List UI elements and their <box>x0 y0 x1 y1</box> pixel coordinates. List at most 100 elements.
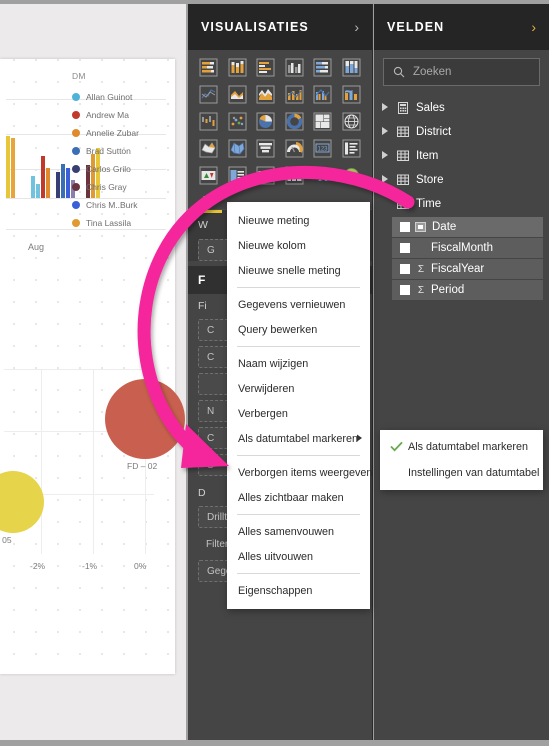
menu-item[interactable]: Verborgen items weergeven <box>227 460 372 485</box>
field-column-row-fiscalmonth[interactable]: FiscalMonth <box>392 238 543 258</box>
field-table-row-time[interactable]: Time <box>374 192 549 216</box>
clustered-bar-chart-icon[interactable] <box>253 56 279 79</box>
area-chart-icon[interactable] <box>225 83 251 106</box>
bar[interactable] <box>61 164 65 198</box>
chevron-right-icon[interactable] <box>382 151 394 161</box>
treemap-icon[interactable] <box>310 110 336 133</box>
bubble-point[interactable] <box>105 379 185 459</box>
legend-item[interactable]: Carlos Grilo <box>72 160 172 178</box>
chevron-right-icon[interactable]: › <box>531 20 536 34</box>
waterfall-chart-icon[interactable] <box>196 110 222 133</box>
stacked-bar-chart-icon[interactable] <box>196 56 222 79</box>
map-icon[interactable] <box>339 110 365 133</box>
donut-chart-icon[interactable] <box>282 110 308 133</box>
funnel-chart-icon[interactable] <box>253 137 279 160</box>
legend-item[interactable]: Chris M..Burk <box>72 196 172 214</box>
field-table-row-item[interactable]: Item <box>374 144 549 168</box>
field-checkbox[interactable] <box>400 264 410 274</box>
field-checkbox[interactable] <box>400 285 410 295</box>
fields-tree: Sales District Item Store Time Date FiscalMont… <box>374 90 549 300</box>
x-axis-tick: 0% <box>134 561 147 571</box>
bar[interactable] <box>36 184 40 198</box>
bar[interactable] <box>46 168 50 198</box>
scatter-chart-visual[interactable]: FD – 02 – 05 -2% -1% 0% <box>0 369 185 619</box>
field-column-row-period[interactable]: Σ Period <box>392 280 543 300</box>
menu-item[interactable]: Alles uitvouwen <box>227 544 370 569</box>
line-chart-icon[interactable] <box>196 83 222 106</box>
fields-title: VELDEN <box>387 20 445 34</box>
line-stacked-column-chart-icon[interactable] <box>282 83 308 106</box>
menu-item[interactable]: Nieuwe kolom <box>227 233 370 258</box>
menu-item[interactable]: Gegevens vernieuwen <box>227 292 370 317</box>
bubble-series: FD – 02 – 05 <box>0 369 185 619</box>
kpi-icon[interactable] <box>196 164 222 187</box>
100-stacked-bar-chart-icon[interactable] <box>310 56 336 79</box>
chevron-right-icon[interactable] <box>382 103 394 113</box>
100-stacked-column-chart-icon[interactable] <box>339 56 365 79</box>
field-checkbox[interactable] <box>400 222 410 232</box>
submenu-item[interactable]: Als datumtabel markeren <box>380 434 543 460</box>
bar[interactable] <box>66 168 70 198</box>
r-script-visual-icon[interactable]: R <box>310 164 336 187</box>
stacked-area-chart-icon[interactable] <box>253 83 279 106</box>
menu-item[interactable]: Naam wijzigen <box>227 351 370 376</box>
menu-item[interactable]: Verbergen <box>227 401 370 426</box>
date-key-icon <box>415 222 428 232</box>
arcgis-map-icon[interactable] <box>339 164 365 187</box>
field-column-row-date[interactable]: Date <box>392 217 543 237</box>
bar[interactable] <box>6 136 10 198</box>
menu-item[interactable]: Als datumtabel markeren <box>227 426 370 451</box>
legend-item[interactable]: Brad Sutton <box>72 142 172 160</box>
table-icon[interactable] <box>253 164 279 187</box>
legend-item[interactable]: Chris Gray <box>72 178 172 196</box>
bar[interactable] <box>11 138 15 198</box>
menu-item-label: Alles samenvouwen <box>238 525 335 538</box>
menu-item[interactable]: Alles samenvouwen <box>227 519 370 544</box>
menu-item[interactable]: Eigenschappen <box>227 578 370 603</box>
chevron-right-icon[interactable]: › <box>354 20 359 34</box>
menu-item[interactable]: Alles zichtbaar maken <box>227 485 370 510</box>
screenshot-root: Aug DM Allan Guinot Andrew Ma Annelie Zuba… <box>0 0 549 746</box>
pie-chart-icon[interactable] <box>253 110 279 133</box>
bar-chart-visual[interactable]: Aug DM Allan Guinot Andrew Ma Annelie Zuba… <box>0 59 175 309</box>
field-checkbox[interactable] <box>400 243 410 253</box>
menu-item[interactable]: Nieuwe meting <box>227 208 370 233</box>
bubble-label: – 05 <box>0 535 12 545</box>
bar[interactable] <box>31 176 35 198</box>
stacked-column-chart-icon[interactable] <box>225 56 251 79</box>
menu-item[interactable]: Query bewerken <box>227 317 370 342</box>
legend-item[interactable]: Tina Lassila <box>72 214 172 232</box>
menu-item[interactable]: Verwijderen <box>227 376 370 401</box>
menu-item-label: Nieuwe meting <box>238 214 310 227</box>
chevron-right-icon[interactable] <box>382 127 394 137</box>
submenu-item[interactable]: Instellingen van datumtabel <box>380 460 543 486</box>
legend-item[interactable]: Annelie Zubar <box>72 124 172 142</box>
field-table-row-sales[interactable]: Sales <box>374 96 549 120</box>
gauge-chart-icon[interactable] <box>282 137 308 160</box>
card-icon[interactable]: 123 <box>310 137 336 160</box>
bar[interactable] <box>41 156 45 198</box>
menu-separator <box>237 573 360 574</box>
matrix-icon[interactable] <box>282 164 308 187</box>
field-column-row-fiscalyear[interactable]: Σ FiscalYear <box>392 259 543 279</box>
legend-item[interactable]: Allan Guinot <box>72 88 172 106</box>
clustered-column-chart-icon[interactable] <box>282 56 308 79</box>
search-input[interactable]: Zoeken <box>383 58 540 86</box>
menu-item[interactable]: Nieuwe snelle meting <box>227 258 370 283</box>
line-clustered-column-chart-icon[interactable] <box>310 83 336 106</box>
filled-map-icon[interactable] <box>196 137 222 160</box>
bubble-point[interactable] <box>0 471 44 533</box>
legend-item[interactable]: Andrew Ma <box>72 106 172 124</box>
scatter-chart-icon[interactable] <box>225 110 251 133</box>
bar[interactable] <box>56 172 60 198</box>
shape-map-icon[interactable] <box>225 137 251 160</box>
chevron-right-icon[interactable] <box>382 175 394 185</box>
field-table-row-store[interactable]: Store <box>374 168 549 192</box>
field-column-label: FiscalMonth <box>431 242 493 254</box>
sigma-aggregate-icon: Σ <box>417 263 425 275</box>
slicer-icon[interactable] <box>225 164 251 187</box>
multi-row-card-icon[interactable] <box>339 137 365 160</box>
ribbon-chart-icon[interactable] <box>339 83 365 106</box>
field-column-label: Date <box>432 221 457 233</box>
field-table-row-district[interactable]: District <box>374 120 549 144</box>
